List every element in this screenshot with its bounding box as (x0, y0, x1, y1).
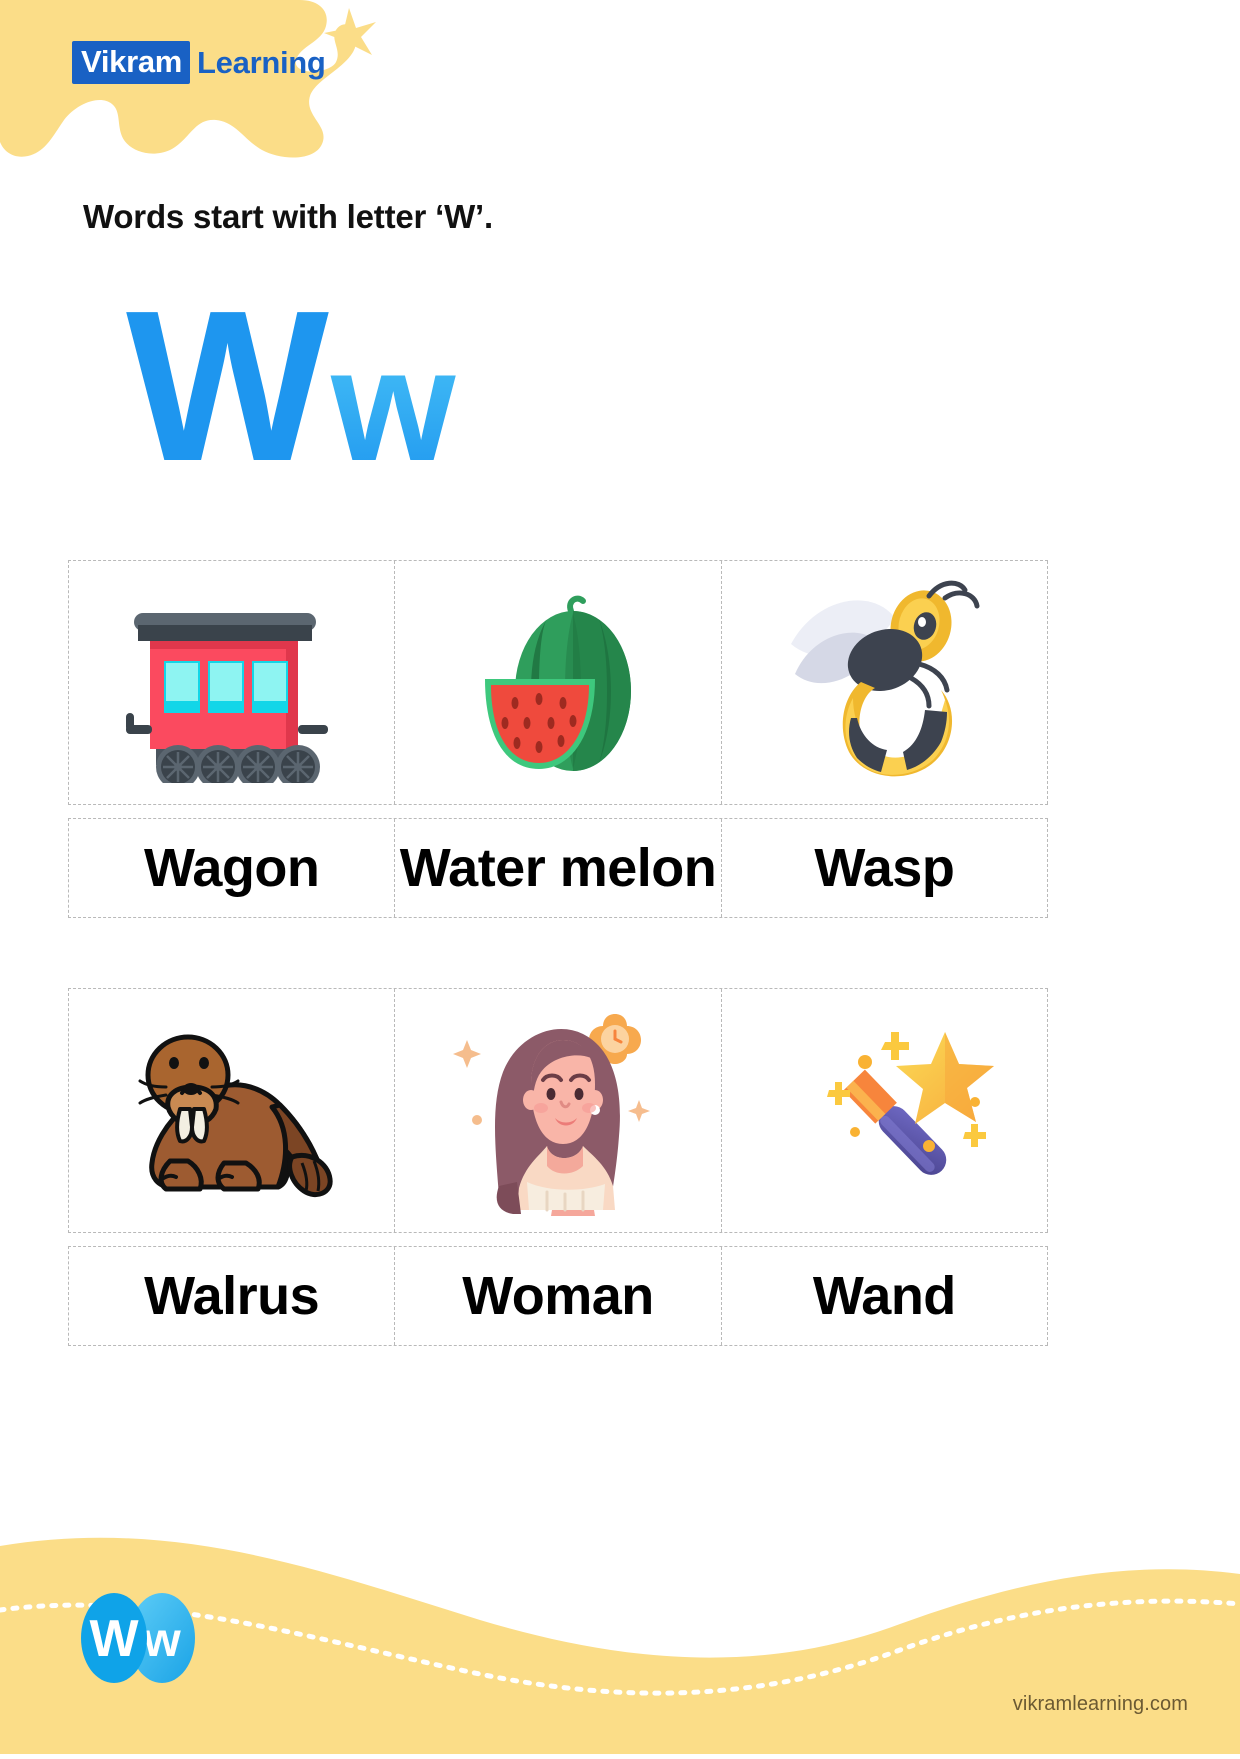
uppercase-letter: W (126, 298, 329, 498)
badge-uppercase-letter: W (89, 1610, 139, 1668)
badge-lowercase-letter: w (142, 1614, 181, 1667)
picture-cell-wasp[interactable] (722, 561, 1048, 804)
word-cell[interactable]: Woman (395, 1247, 722, 1345)
label-row: Wagon Water melon Wasp (68, 818, 1048, 918)
brand-logo-mark: Vikram (72, 41, 191, 84)
word-cell[interactable]: Walrus (69, 1247, 396, 1345)
word-row-block: Wagon Water melon Wasp (68, 560, 1048, 918)
brand-logo: Vikram Learning (72, 41, 326, 84)
word-cell[interactable]: Water melon (395, 819, 722, 917)
picture-row (68, 988, 1048, 1233)
woman-icon (452, 1013, 650, 1216)
picture-cell-wagon[interactable] (69, 561, 396, 804)
picture-cell-watermelon[interactable] (395, 561, 722, 804)
footer-letter-badges: w W (78, 1586, 238, 1683)
word-label: Wasp (814, 838, 955, 898)
picture-cell-woman[interactable] (395, 989, 722, 1232)
wasp-icon (791, 580, 980, 776)
watermelon-icon (484, 595, 631, 771)
header-decoration (0, 0, 420, 200)
word-cell[interactable]: Wasp (722, 819, 1048, 917)
word-label: Water melon (399, 838, 717, 898)
word-label: Woman (462, 1266, 654, 1326)
lowercase-letter: w (330, 315, 456, 494)
walrus-icon (138, 1034, 333, 1197)
word-label: Walrus (144, 1266, 320, 1326)
word-cell[interactable]: Wand (722, 1247, 1048, 1345)
brand-logo-word: Learning (197, 44, 326, 80)
picture-row (68, 560, 1048, 805)
word-cell[interactable]: Wagon (69, 819, 396, 917)
picture-cell-wand[interactable] (722, 989, 1048, 1232)
word-label: Wagon (143, 838, 320, 898)
label-row: Walrus Woman Wand (68, 1246, 1048, 1346)
word-grid: Wagon Water melon Wasp Walrus Woman Wand (68, 560, 1048, 1346)
page-title: Words start with letter ‘W’. (83, 198, 493, 235)
wagon-icon (126, 612, 329, 783)
picture-cell-walrus[interactable] (69, 989, 396, 1232)
footer-url: vikramlearning.com (1012, 1693, 1188, 1715)
word-row-block: Walrus Woman Wand (68, 988, 1048, 1346)
word-label: Wand (812, 1266, 956, 1326)
letter-display: W w (126, 298, 526, 498)
wand-icon (827, 1031, 995, 1175)
